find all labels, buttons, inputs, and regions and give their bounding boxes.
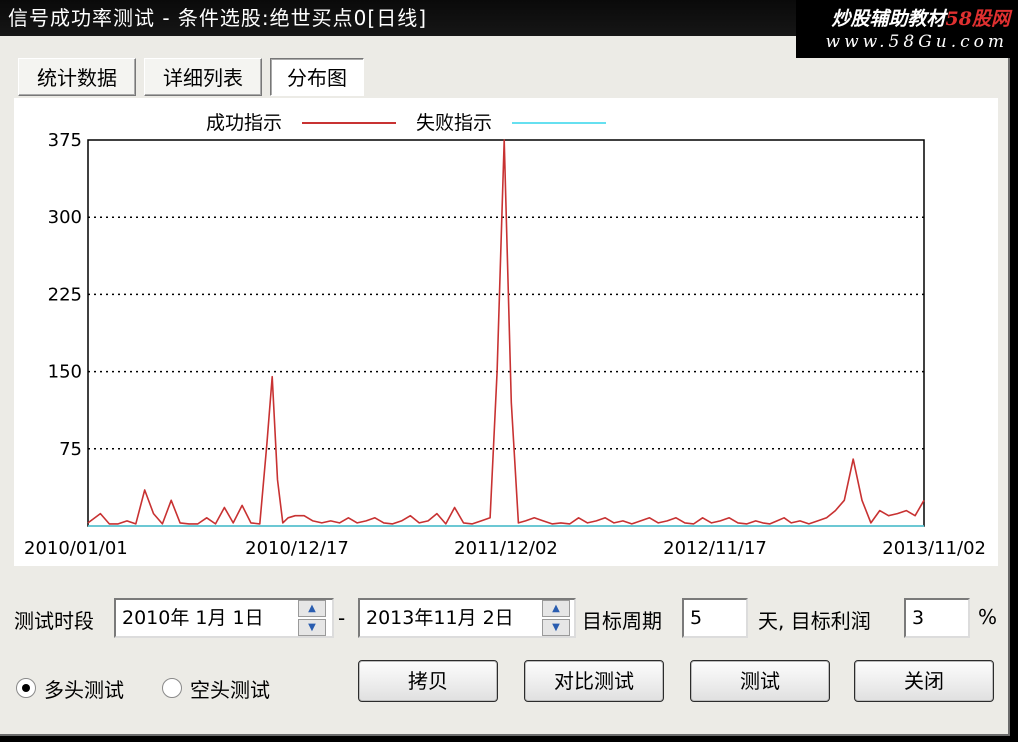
spin-up-icon[interactable]: ▲ bbox=[542, 600, 570, 617]
copy-button[interactable]: 拷贝 bbox=[358, 660, 498, 702]
spin-down-icon[interactable]: ▼ bbox=[542, 619, 570, 636]
y-tick-label: 375 bbox=[48, 130, 82, 151]
watermark-url: www.58Gu.com bbox=[825, 32, 1008, 52]
y-tick-label: 225 bbox=[48, 284, 82, 305]
x-tick-label: 2010/01/01 bbox=[24, 538, 128, 559]
compare-test-button[interactable]: 对比测试 bbox=[524, 660, 664, 702]
legend-label: 成功指示 bbox=[206, 112, 282, 134]
target-profit-label: 天, 目标利润 bbox=[758, 609, 871, 633]
long-test-radio[interactable] bbox=[16, 678, 36, 698]
spin-up-icon[interactable]: ▲ bbox=[298, 600, 326, 617]
percent-sign: % bbox=[978, 605, 998, 629]
legend-label: 失败指示 bbox=[416, 112, 492, 134]
watermark-logo: 炒股辅助教材58股网 www.58Gu.com bbox=[796, 0, 1018, 58]
spin-down-icon[interactable]: ▼ bbox=[298, 619, 326, 636]
x-tick-label: 2010/12/17 bbox=[245, 538, 349, 559]
short-test-label[interactable]: 空头测试 bbox=[190, 674, 270, 703]
dialog-window: 信号成功率测试 - 条件选股:绝世买点0[日线] 统计数据 详细列表 分布图 3… bbox=[0, 0, 1010, 736]
chart-canvas: 375 300 225 150 75 2010/01/01 2010/12/17 2011/1… bbox=[24, 112, 986, 559]
long-test-label[interactable]: 多头测试 bbox=[44, 674, 124, 703]
y-tick-label: 75 bbox=[59, 439, 82, 460]
date-range-dash: - bbox=[338, 606, 346, 630]
target-period-label: 目标周期 bbox=[582, 609, 662, 633]
target-profit-input[interactable]: 3 bbox=[904, 598, 970, 638]
tab-statistics[interactable]: 统计数据 bbox=[18, 58, 136, 96]
short-test-radio[interactable] bbox=[162, 678, 182, 698]
target-period-input[interactable]: 5 bbox=[682, 598, 748, 638]
y-tick-label: 300 bbox=[48, 207, 82, 228]
start-date-spinner[interactable]: ▲ ▼ bbox=[298, 600, 328, 638]
y-tick-label: 150 bbox=[48, 362, 82, 383]
tab-detail-list[interactable]: 详细列表 bbox=[144, 58, 262, 96]
x-tick-label: 2011/12/02 bbox=[454, 538, 558, 559]
distribution-chart: 375 300 225 150 75 2010/01/01 2010/12/17 2011/1… bbox=[14, 98, 998, 566]
end-date-spinner[interactable]: ▲ ▼ bbox=[542, 600, 572, 638]
x-tick-label: 2013/11/02 bbox=[882, 538, 986, 559]
tab-distribution[interactable]: 分布图 bbox=[270, 58, 364, 96]
watermark-text: 炒股辅助教材58股网 bbox=[831, 8, 1010, 30]
x-tick-label: 2012/11/17 bbox=[663, 538, 767, 559]
close-button[interactable]: 关闭 bbox=[854, 660, 994, 702]
period-label: 测试时段 bbox=[14, 609, 94, 633]
test-button[interactable]: 测试 bbox=[690, 660, 830, 702]
